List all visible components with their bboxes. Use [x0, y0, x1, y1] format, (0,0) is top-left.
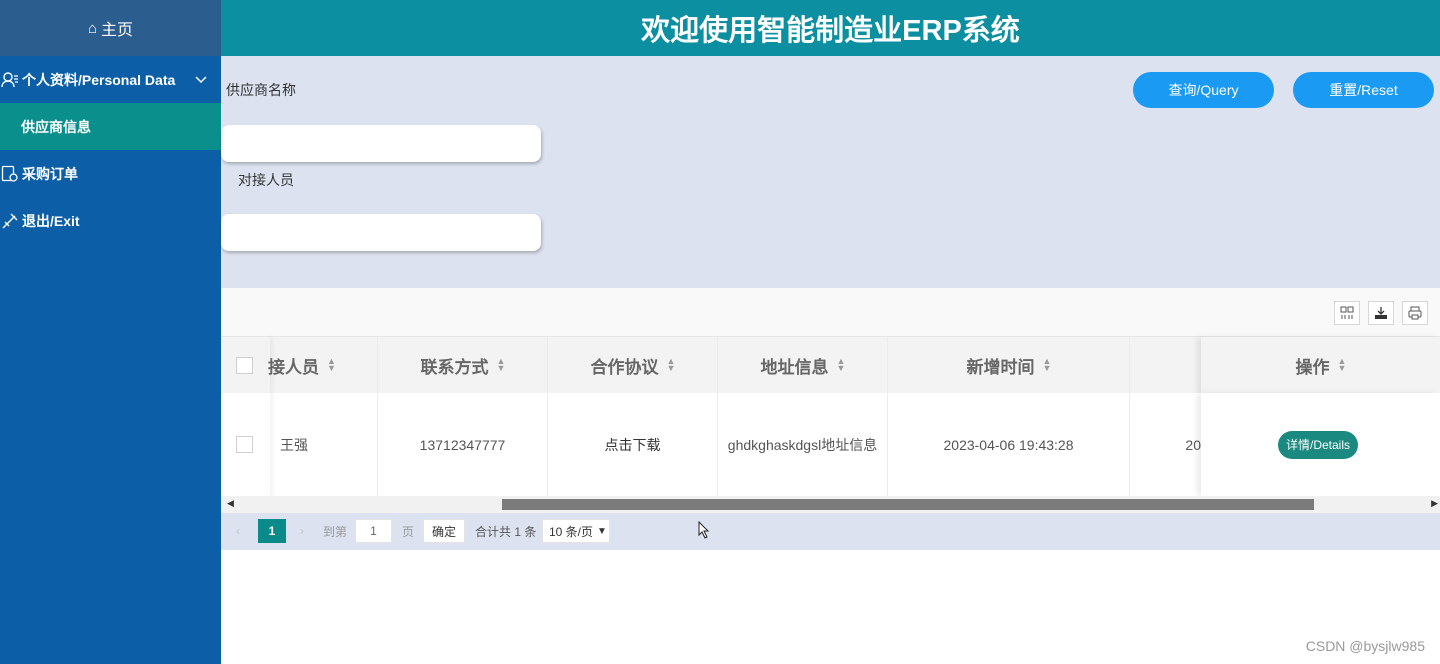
column-header-label: 操作 — [1295, 357, 1330, 377]
prev-page-icon[interactable]: ‹ — [236, 519, 240, 543]
cell-address: ghdkghaskdgsl地址信息 — [718, 393, 888, 496]
table-row: 王强 13712347777 点击下载 ghdkghaskdgsl地址信息 20… — [221, 393, 1440, 496]
column-header-action[interactable]: 操作 ▲ ▼ — [1201, 337, 1440, 393]
order-icon — [0, 164, 20, 184]
cell-contact: 王强 — [267, 393, 378, 496]
sidebar: ⌂ 主页 个人资料/Personal Data 供应商信息 采购订单 退出/Ex… — [0, 0, 221, 664]
sidebar-item-personal[interactable]: 个人资料/Personal Data — [0, 56, 221, 103]
column-header-label: 联系方式 — [420, 357, 489, 377]
column-header-phone[interactable]: 联系方式 ▲ ▼ — [378, 337, 548, 393]
reset-button[interactable]: 重置/Reset — [1293, 72, 1434, 108]
page-number-current[interactable]: 1 — [258, 519, 286, 543]
sort-icon[interactable]: ▲ ▼ — [667, 357, 676, 373]
cell-partial: 20 — [1185, 436, 1201, 453]
cell-phone: 13712347777 — [378, 393, 548, 496]
details-button[interactable]: 详情/Details — [1278, 430, 1358, 459]
export-icon[interactable] — [1368, 301, 1394, 325]
contact-person-input[interactable] — [221, 214, 541, 251]
supplier-name-label: 供应商名称 — [226, 82, 296, 98]
column-header-label: 新增时间 — [966, 357, 1035, 377]
scroll-left-icon[interactable]: ◀ — [227, 498, 234, 509]
sort-icon[interactable]: ▲ ▼ — [1338, 357, 1347, 373]
sidebar-home[interactable]: ⌂ 主页 — [0, 0, 221, 56]
page-unit-label: 页 — [402, 524, 415, 539]
page-size-select[interactable]: 10 条/页 ▼ — [542, 519, 610, 543]
column-header-partial — [1130, 337, 1201, 393]
contact-person-label: 对接人员 — [238, 172, 294, 188]
sidebar-item-supplier[interactable]: 供应商信息 — [0, 103, 221, 150]
column-header-agreement[interactable]: 合作协议 ▲ ▼ — [548, 337, 718, 393]
row-checkbox[interactable] — [235, 436, 253, 453]
sidebar-item-personal-label: 个人资料/Personal Data — [22, 71, 176, 88]
sort-icon[interactable]: ▲ ▼ — [1043, 357, 1052, 373]
user-icon — [0, 70, 20, 90]
table-toolbar — [221, 288, 1440, 336]
sidebar-home-label: 主页 — [101, 22, 134, 39]
sidebar-item-exit[interactable]: 退出/Exit — [0, 197, 221, 244]
column-header-contact[interactable]: 接人员 ▲ ▼ — [267, 337, 378, 393]
column-header-address[interactable]: 地址信息 ▲ ▼ — [718, 337, 888, 393]
sort-icon[interactable]: ▲ ▼ — [497, 357, 506, 373]
sidebar-item-orders[interactable]: 采购订单 — [0, 150, 221, 197]
column-header-label: 接人员 — [268, 357, 319, 377]
home-icon: ⌂ — [87, 19, 98, 37]
columns-filter-icon[interactable] — [1334, 301, 1360, 325]
total-count: 合计共 1 条 — [475, 524, 537, 539]
horizontal-scrollbar[interactable]: ◀ ▶ — [221, 496, 1440, 513]
goto-label: 到第 — [323, 524, 348, 539]
top-header: 欢迎使用智能制造业ERP系统 — [221, 0, 1440, 56]
sidebar-item-orders-label: 采购订单 — [22, 165, 78, 182]
cell-created: 2023-04-06 19:43:28 — [888, 393, 1130, 496]
search-panel: 供应商名称 对接人员 查询/Query 重置/Reset — [221, 56, 1440, 288]
scroll-right-icon[interactable]: ▶ — [1431, 498, 1438, 509]
header-select-cell — [221, 337, 267, 393]
column-header-label: 地址信息 — [760, 357, 829, 377]
mouse-cursor-icon — [698, 520, 710, 542]
watermark: CSDN @bysjlw985 — [1305, 638, 1425, 654]
page-size-value: 10 条/页 — [549, 524, 594, 539]
chevron-down-icon — [195, 71, 207, 87]
column-header-created[interactable]: 新增时间 ▲ ▼ — [888, 337, 1130, 393]
sort-icon[interactable]: ▲ ▼ — [837, 357, 846, 373]
chevron-down-icon: ▼ — [597, 525, 607, 537]
next-page-icon[interactable]: › — [300, 519, 304, 543]
cell-action: 详情/Details — [1201, 393, 1440, 496]
sort-icon[interactable]: ▲ ▼ — [327, 357, 336, 373]
query-button[interactable]: 查询/Query — [1133, 72, 1274, 108]
sidebar-item-supplier-label: 供应商信息 — [21, 118, 91, 135]
pagination: ‹ 1 › 到第 1 页 确定 合计共 1 条 10 条/页 ▼ — [221, 513, 1440, 550]
cell-agreement-download-link[interactable]: 点击下载 — [548, 393, 718, 496]
select-all-checkbox[interactable] — [235, 356, 253, 374]
goto-confirm-button[interactable]: 确定 — [423, 519, 465, 543]
goto-page-input[interactable]: 1 — [355, 519, 392, 543]
supplier-name-input[interactable] — [221, 125, 541, 162]
exit-icon — [0, 211, 20, 231]
row-select-cell — [221, 393, 267, 496]
print-icon[interactable] — [1402, 301, 1428, 325]
column-header-label: 合作协议 — [590, 357, 659, 377]
page-title: 欢迎使用智能制造业ERP系统 — [641, 15, 1020, 47]
sidebar-item-exit-label: 退出/Exit — [22, 212, 80, 229]
scrollbar-thumb[interactable] — [502, 499, 1314, 510]
table-header: 接人员 ▲ ▼ 联系方式 ▲ ▼ 合作协议 ▲ ▼ 地址信息 ▲ ▼ 新增时间 ▲ ▼ 操作 ▲ ▼ — [221, 336, 1440, 393]
